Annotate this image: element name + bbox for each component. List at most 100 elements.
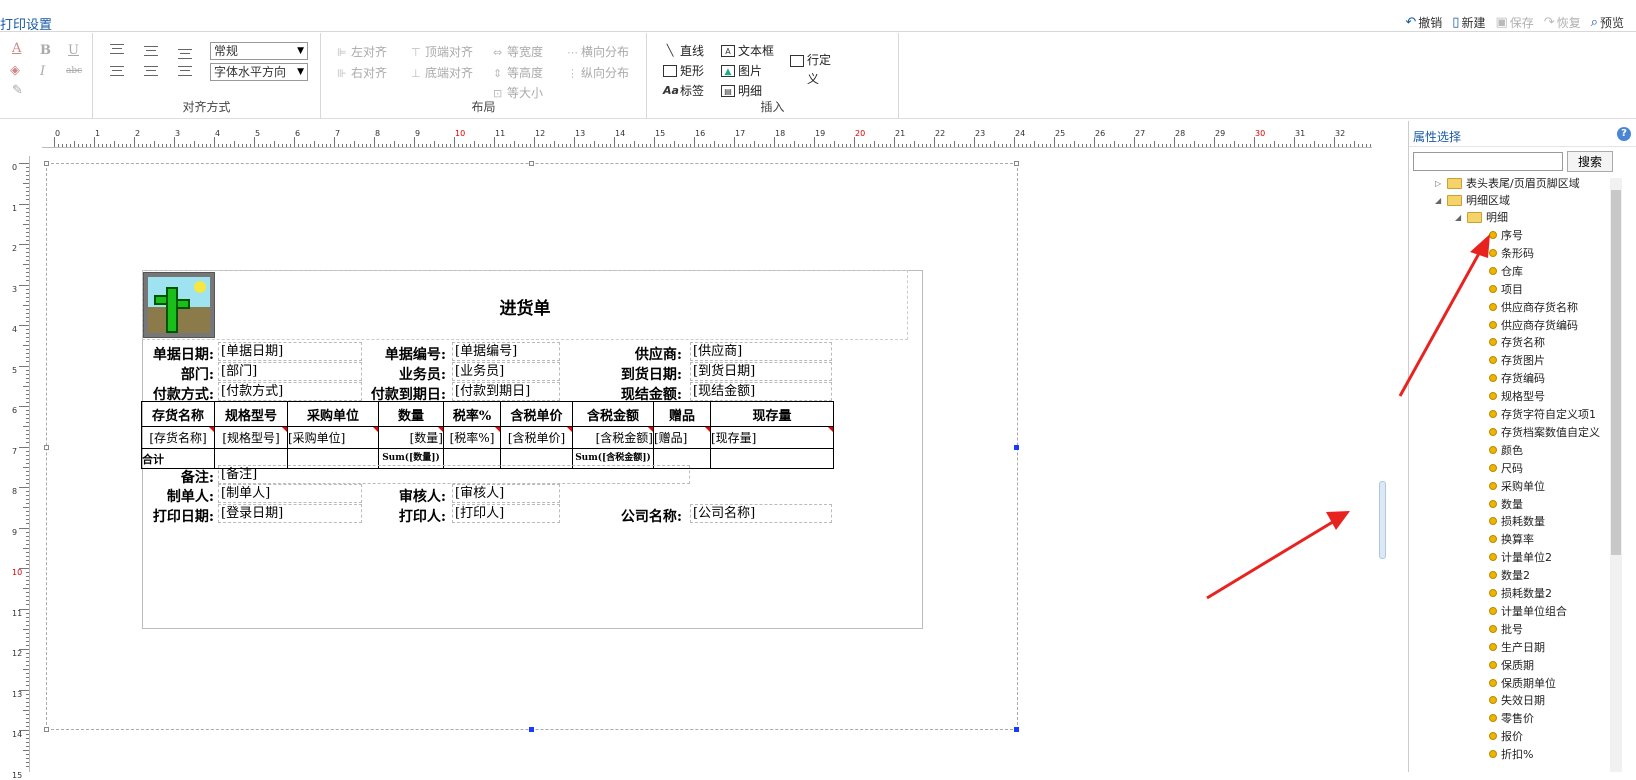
resize-handle[interactable]	[529, 727, 534, 732]
resize-handle[interactable]	[1014, 445, 1019, 450]
scrollbar-thumb[interactable]	[1611, 190, 1621, 555]
tree-item[interactable]: 存货名称	[1489, 334, 1545, 350]
table-cell[interactable]: [采购单位]	[287, 426, 379, 449]
restore-button[interactable]: ↷ 恢复	[1544, 14, 1581, 31]
format-painter-icon[interactable]: ✎	[12, 83, 23, 98]
table-cell[interactable]: [税率%]	[443, 426, 501, 449]
tree-item[interactable]: 项目	[1489, 281, 1523, 297]
insert-line-button[interactable]: ╲ 直线	[663, 42, 704, 59]
column-header[interactable]: 含税金额	[572, 401, 654, 427]
h-distribute-button[interactable]: ⋯ 横向分布	[567, 43, 629, 60]
top-align-button[interactable]: ⊤ 顶端对齐	[411, 43, 473, 60]
tree-item[interactable]: 供应商存货名称	[1489, 299, 1578, 315]
right-align-button[interactable]: ⊪ 右对齐	[337, 64, 387, 81]
bold-icon[interactable]: B	[40, 43, 51, 58]
collapse-icon[interactable]: ◢	[1455, 213, 1463, 222]
field-value[interactable]: [备注]	[218, 465, 690, 484]
help-icon[interactable]: ?	[1617, 127, 1631, 141]
tree-item[interactable]: 条形码	[1489, 245, 1534, 261]
resize-handle[interactable]	[44, 161, 49, 166]
field-label[interactable]: 公司名称:	[582, 506, 682, 526]
equal-height-button[interactable]: ⇕ 等高度	[493, 64, 543, 81]
tree-item[interactable]: 计量单位组合	[1489, 603, 1567, 619]
field-value[interactable]: [单据编号]	[452, 342, 560, 361]
tree-item[interactable]: 存货图片	[1489, 352, 1545, 368]
tree-item[interactable]: 序号	[1489, 227, 1523, 243]
tree-item[interactable]: 换算率	[1489, 531, 1534, 547]
tree-item[interactable]: 颜色	[1489, 442, 1523, 458]
insert-label-button[interactable]: Aa 标签	[663, 82, 704, 99]
column-header[interactable]: 存货名称	[141, 401, 215, 427]
bottom-align-button[interactable]: ⊥ 底端对齐	[411, 64, 473, 81]
table-cell[interactable]: [含税单价]	[500, 426, 573, 449]
tree-item[interactable]: 仓库	[1489, 263, 1523, 279]
insert-row-def-button[interactable]: 行定义	[790, 42, 835, 86]
field-label[interactable]: 打印人:	[364, 506, 446, 526]
field-value[interactable]: [打印人]	[452, 504, 560, 523]
align-right-icon[interactable]	[178, 66, 192, 76]
preview-button[interactable]: ⌕ 预览	[1591, 14, 1624, 31]
field-label[interactable]: 到货日期:	[582, 364, 682, 384]
resize-handle[interactable]	[44, 727, 49, 732]
undo-button[interactable]: ↶ 撤销	[1405, 14, 1442, 31]
tree-item[interactable]: 报价	[1489, 728, 1523, 744]
field-value[interactable]: [登录日期]	[218, 504, 362, 523]
tree-item[interactable]: 数量2	[1489, 567, 1530, 583]
search-button[interactable]: 搜索	[1567, 151, 1613, 172]
tree-item[interactable]: 规格型号	[1489, 388, 1545, 404]
strikethrough-icon[interactable]: abc	[66, 66, 82, 76]
new-button[interactable]: ▯ 新建	[1452, 14, 1485, 31]
expand-icon[interactable]: ▷	[1435, 179, 1443, 188]
detail-table[interactable]: 存货名称 规格型号 采购单位 数量 税率% 含税单价 含税金额 赠品 现存量 […	[141, 401, 834, 469]
tree-item[interactable]: 折扣%	[1489, 746, 1533, 762]
table-cell[interactable]: [赠品]	[653, 426, 711, 449]
table-cell[interactable]: [含税金额]	[572, 426, 654, 449]
insert-textbox-button[interactable]: A 文本框	[721, 42, 774, 59]
field-value[interactable]: [业务员]	[452, 362, 560, 381]
tree-item[interactable]: 存货档案数值自定义	[1489, 424, 1600, 440]
align-middle-icon[interactable]	[144, 46, 158, 56]
field-label[interactable]: 单据编号:	[364, 344, 446, 364]
column-header[interactable]: 数量	[378, 401, 444, 427]
field-label[interactable]: 供应商:	[582, 344, 682, 364]
resize-handle[interactable]	[44, 445, 49, 450]
align-top-icon[interactable]	[110, 44, 124, 54]
insert-detail-button[interactable]: ▤ 明细	[721, 82, 762, 99]
tree-item[interactable]: 保质期单位	[1489, 675, 1556, 691]
align-bottom-icon[interactable]	[178, 49, 192, 59]
font-direction-select[interactable]: 字体水平方向	[210, 63, 308, 81]
field-value[interactable]: [供应商]	[690, 342, 832, 361]
column-header[interactable]: 现存量	[710, 401, 834, 427]
tree-item[interactable]: 保质期	[1489, 657, 1534, 673]
tree-item[interactable]: 存货编码	[1489, 370, 1545, 386]
tree-item[interactable]: 尺码	[1489, 460, 1523, 476]
tree-item[interactable]: 损耗数量	[1489, 513, 1545, 529]
insert-image-button[interactable]: ▲ 图片	[721, 62, 762, 79]
resize-handle[interactable]	[529, 161, 534, 166]
resize-handle[interactable]	[1014, 161, 1019, 166]
table-cell[interactable]: 合计	[141, 448, 215, 469]
field-label[interactable]: 业务员:	[364, 364, 446, 384]
column-header[interactable]: 赠品	[653, 401, 711, 427]
tree-item[interactable]: 零售价	[1489, 710, 1534, 726]
tree-item[interactable]: 失效日期	[1489, 692, 1545, 708]
insert-rect-button[interactable]: 矩形	[663, 62, 704, 79]
fill-color-icon[interactable]: ◈	[10, 63, 20, 78]
table-cell[interactable]: [数量]	[378, 426, 444, 449]
field-label[interactable]: 单据日期:	[142, 344, 214, 364]
v-distribute-button[interactable]: ⋮ 纵向分布	[567, 64, 629, 81]
field-value[interactable]: [单据日期]	[218, 342, 362, 361]
italic-icon[interactable]: I	[40, 64, 45, 79]
report-title[interactable]: 进货单	[440, 294, 610, 319]
field-value[interactable]: [部门]	[218, 362, 362, 381]
column-header[interactable]: 税率%	[443, 401, 501, 427]
field-label[interactable]: 制单人:	[142, 486, 214, 506]
table-cell[interactable]: [存货名称]	[141, 426, 215, 449]
field-label[interactable]: 审核人:	[364, 486, 446, 506]
tree-item[interactable]: 损耗数量2	[1489, 585, 1552, 601]
column-header[interactable]: 含税单价	[500, 401, 573, 427]
equal-width-button[interactable]: ⇔ 等宽度	[493, 43, 543, 60]
collapse-icon[interactable]: ◢	[1435, 196, 1443, 205]
left-align-button[interactable]: ⊫ 左对齐	[337, 43, 387, 60]
tree-item[interactable]: 生产日期	[1489, 639, 1545, 655]
